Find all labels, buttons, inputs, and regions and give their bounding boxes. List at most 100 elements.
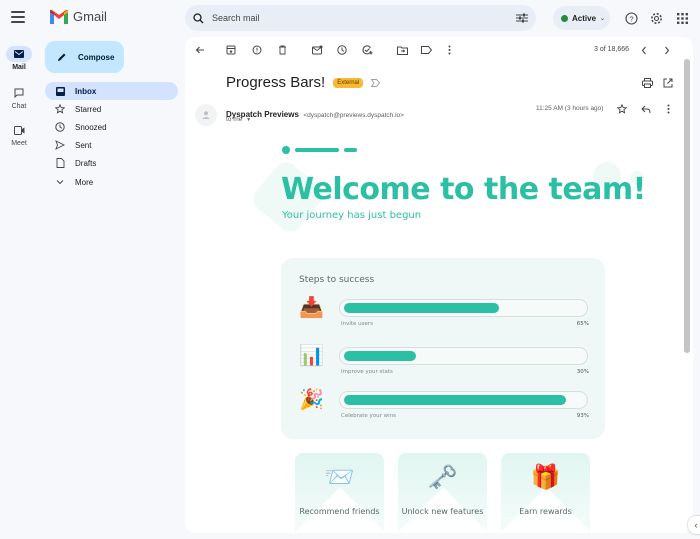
add-task-button[interactable]	[361, 44, 373, 56]
search-input[interactable]: Search mail	[212, 13, 516, 23]
nav-label: Starred	[75, 104, 102, 114]
search-icon	[193, 12, 204, 23]
archive-button[interactable]	[225, 44, 237, 56]
label-button[interactable]	[420, 44, 432, 56]
settings-button[interactable]	[648, 10, 664, 26]
compose-label: Compose	[78, 52, 115, 62]
nav-item-snoozed[interactable]: Snoozed	[45, 118, 178, 136]
open-new-window-button[interactable]	[662, 77, 674, 89]
chat-icon	[14, 88, 24, 98]
sender-avatar[interactable]	[195, 104, 217, 126]
nav-label: Drafts	[75, 158, 97, 168]
feature-card-recommend[interactable]: 📨 Recommend friends	[295, 453, 384, 533]
snooze-button[interactable]	[336, 44, 348, 56]
nav-label: More	[75, 177, 94, 187]
print-icon	[641, 78, 653, 88]
card-label: Earn rewards	[519, 507, 572, 516]
message-counter: 3 of 18,666	[594, 46, 630, 53]
progress-step: 📊 Improve your stats 30%	[299, 344, 589, 384]
star-button[interactable]	[616, 103, 628, 115]
message-time: 11:25 AM (3 hours ago)	[536, 105, 604, 112]
chevron-down-icon: ⌄	[600, 15, 606, 22]
star-icon	[55, 104, 65, 114]
gmail-logo[interactable]: Gmail	[50, 9, 107, 24]
search-options-icon[interactable]	[516, 13, 528, 23]
move-to-button[interactable]	[396, 44, 408, 56]
status-selector[interactable]: Active ⌄	[553, 6, 610, 30]
apps-button[interactable]	[674, 10, 690, 26]
more-vert-icon	[667, 104, 669, 114]
nav-item-drafts[interactable]: Drafts	[45, 154, 178, 172]
progress-track	[339, 347, 588, 365]
subject-row: Progress Bars! External	[226, 74, 381, 91]
nav-item-inbox[interactable]: Inbox	[45, 82, 178, 100]
message-more-button[interactable]	[662, 103, 674, 115]
chevron-left-icon	[641, 46, 646, 54]
help-icon: ?	[624, 11, 638, 25]
newer-button[interactable]	[638, 44, 650, 56]
side-panel-toggle[interactable]: ‹	[688, 516, 700, 534]
progress-fill	[344, 303, 499, 313]
mark-unread-icon	[311, 45, 322, 55]
print-button[interactable]	[641, 77, 653, 89]
card-label: Recommend friends	[299, 507, 380, 516]
progress-percent: 30%	[576, 369, 589, 375]
back-button[interactable]	[194, 44, 206, 56]
report-spam-button[interactable]	[251, 44, 263, 56]
nav-item-more[interactable]: More	[45, 173, 178, 191]
gear-icon	[650, 12, 662, 24]
rail-label: Chat	[11, 103, 27, 110]
nav-label: Snoozed	[75, 122, 107, 132]
feature-card-rewards[interactable]: 🎁 Earn rewards	[501, 453, 590, 533]
steps-panel: Steps to success 📥 Invite users 65% 📊 Im…	[281, 258, 605, 439]
folder-move-icon	[396, 46, 408, 55]
add-task-icon	[361, 45, 372, 55]
rail-item-mail[interactable]: Mail	[0, 46, 38, 71]
delete-button[interactable]	[276, 44, 288, 56]
status-dot	[561, 14, 568, 22]
older-button[interactable]	[661, 44, 673, 56]
chevron-right-icon	[665, 46, 670, 54]
decorative-dash	[295, 148, 339, 152]
pencil-icon	[58, 53, 66, 61]
report-icon	[252, 45, 262, 55]
recipient-details[interactable]: to me ▼	[226, 116, 251, 123]
external-badge: External	[333, 77, 364, 88]
app-rail: Mail Chat Meet	[0, 0, 38, 539]
key-icon: 🗝️	[427, 464, 458, 491]
arrow-left-icon	[195, 46, 204, 54]
feature-card-unlock[interactable]: 🗝️ Unlock new features	[398, 453, 487, 533]
email-headline: Welcome to the team!	[281, 172, 646, 207]
help-button[interactable]: ?	[623, 10, 639, 26]
card-label: Unlock new features	[401, 507, 484, 516]
inbox-icon	[55, 86, 65, 96]
rail-item-chat[interactable]: Chat	[0, 85, 38, 110]
more-options-button[interactable]	[443, 44, 455, 56]
rail-label: Meet	[11, 140, 27, 147]
rail-item-meet[interactable]: Meet	[0, 122, 38, 147]
nav-item-starred[interactable]: Starred	[45, 100, 178, 118]
clock-icon	[337, 45, 347, 55]
label-important-icon[interactable]	[371, 78, 381, 87]
status-label: Active	[572, 13, 597, 23]
compose-button[interactable]: Compose	[45, 41, 124, 73]
apps-grid-icon	[676, 12, 688, 24]
search-bar[interactable]: Search mail	[185, 5, 536, 31]
reply-button[interactable]	[640, 103, 652, 115]
progress-percent: 65%	[576, 321, 589, 327]
progress-label: Celebrate your wins	[341, 413, 397, 419]
party-popper-icon: 🎉	[299, 389, 324, 411]
steps-title: Steps to success	[299, 275, 375, 285]
recipient-label: to me	[226, 116, 243, 123]
star-icon	[617, 104, 627, 114]
nav-item-sent[interactable]: Sent	[45, 136, 178, 154]
scrollbar[interactable]	[684, 59, 690, 353]
envelope-icon: 📨	[324, 464, 355, 491]
mark-unread-button[interactable]	[311, 44, 323, 56]
reply-icon	[641, 105, 651, 113]
email-subheadline: Your journey has just begun	[282, 210, 422, 221]
main-menu-button[interactable]	[11, 11, 25, 25]
label-icon	[420, 46, 432, 54]
gmail-m-icon	[50, 9, 68, 24]
rail-label: Mail	[12, 64, 26, 71]
